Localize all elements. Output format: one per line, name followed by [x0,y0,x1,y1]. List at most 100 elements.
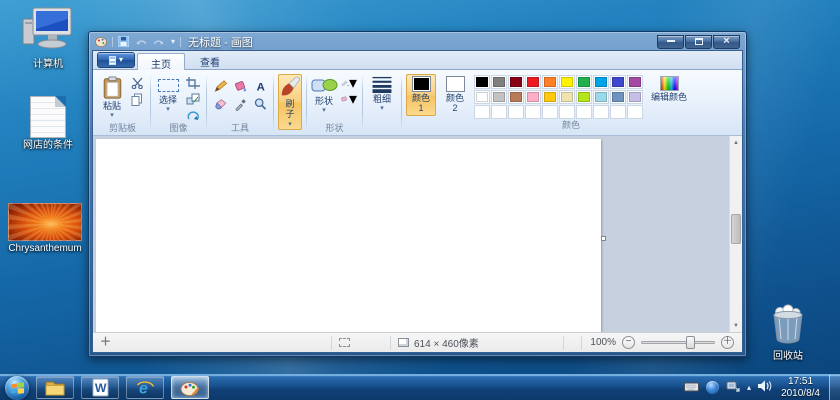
palette-color[interactable] [627,90,643,104]
palette-empty-slot[interactable] [576,105,592,119]
paint-window: ▾ 无标题 - 画图 × ▾ 主页 查看 [88,31,747,357]
crop-button[interactable] [184,76,202,90]
tab-view[interactable]: 查看 [187,52,233,69]
size-label: 粗细 [373,94,391,104]
desktop-icon-recycle-bin[interactable]: 回收站 [756,304,820,362]
zoom-slider-thumb[interactable] [686,336,695,349]
taskbar-button-explorer[interactable] [36,376,74,399]
select-button[interactable]: 选择 ▾ [155,74,181,115]
brush-button[interactable]: 刷子 ▾ [278,74,302,130]
shape-outline-button[interactable]: ▾ [340,76,358,90]
chevron-down-icon: ▾ [288,121,292,128]
palette-color[interactable] [542,90,558,104]
palette-empty-slot[interactable] [474,105,490,119]
undo-button[interactable] [134,35,148,49]
maximize-button[interactable] [685,35,712,49]
scrollbar-thumb[interactable] [731,214,741,244]
paste-button[interactable]: 粘贴 ▾ [99,74,125,121]
ribbon-group-brushes: 刷子 ▾ [274,71,306,135]
palette-empty-slot[interactable] [525,105,541,119]
palette-empty-slot[interactable] [559,105,575,119]
copy-button[interactable] [128,92,146,106]
close-button[interactable]: × [713,35,740,49]
palette-empty-slot[interactable] [542,105,558,119]
palette-empty-slot[interactable] [491,105,507,119]
palette-color[interactable] [491,90,507,104]
palette-color[interactable] [525,75,541,89]
shapes-button[interactable]: 形状 ▾ [311,74,337,116]
zoom-out-button[interactable]: − [622,336,635,349]
show-desktop-button[interactable] [829,375,840,400]
color-palette [474,74,643,119]
rotate-button[interactable] [184,108,202,122]
taskbar-button-internet-explorer[interactable]: e [126,376,164,399]
palette-empty-slot[interactable] [593,105,609,119]
ribbon-group-clipboard: 粘贴 ▾ [95,71,150,135]
taskbar-clock[interactable]: 17:51 2010/8/4 [781,376,820,400]
taskbar-button-word[interactable]: W [81,376,119,399]
palette-color[interactable] [474,75,490,89]
text-tool-button[interactable]: A [251,78,269,94]
save-button[interactable] [117,35,130,49]
minimize-button[interactable] [657,35,684,49]
tab-home[interactable]: 主页 [137,53,185,70]
palette-empty-slot[interactable] [627,105,643,119]
keyboard-input-icon[interactable] [684,379,699,397]
paste-label: 粘贴 [103,101,121,111]
resize-button[interactable] [184,92,202,106]
palette-color[interactable] [474,90,490,104]
palette-empty-slot[interactable] [610,105,626,119]
size-button[interactable]: 粗细 ▾ [367,74,397,114]
magnifier-tool-button[interactable] [251,96,269,112]
color2-button[interactable]: 颜色 2 [440,74,470,116]
pencil-tool-button[interactable] [211,78,229,94]
folder-icon [45,379,65,396]
scroll-down-icon[interactable]: ▼ [730,319,743,332]
volume-icon[interactable] [758,379,772,397]
palette-color[interactable] [610,75,626,89]
color-picker-tool-button[interactable] [231,96,249,112]
desktop-icon-chrysanthemum[interactable]: Chrysanthemum [6,203,84,254]
palette-color[interactable] [627,75,643,89]
palette-color[interactable] [576,90,592,104]
edit-colors-button[interactable]: 编辑颜色 [647,74,691,104]
recycle-bin-icon [767,304,809,349]
palette-color[interactable] [542,75,558,89]
redo-button[interactable] [152,35,166,49]
drawing-canvas[interactable] [96,139,601,332]
taskbar-button-paint[interactable] [171,376,209,399]
scroll-up-icon[interactable]: ▲ [730,136,743,149]
palette-color[interactable] [593,90,609,104]
palette-color[interactable] [610,90,626,104]
fill-tool-button[interactable] [231,78,249,94]
palette-color[interactable] [508,90,524,104]
scrollbar-track[interactable] [730,149,743,319]
palette-color[interactable] [559,75,575,89]
vertical-scrollbar[interactable]: ▲ ▼ [729,136,742,332]
eyedropper-icon [233,97,248,111]
network-icon[interactable] [726,379,740,397]
quick-access-dropdown[interactable]: ▾ [170,35,176,49]
close-icon: × [723,36,729,47]
palette-color[interactable] [559,90,575,104]
language-bar-icon[interactable] [706,381,719,394]
palette-color[interactable] [593,75,609,89]
cut-button[interactable] [128,76,146,90]
palette-color[interactable] [508,75,524,89]
desktop-icon-document[interactable]: 网店的条件 [16,96,80,151]
palette-color[interactable] [491,75,507,89]
desktop-icon-computer[interactable]: 计算机 [16,6,80,70]
zoom-slider[interactable] [641,341,715,344]
zoom-in-button[interactable]: ＋ [721,336,734,349]
palette-color[interactable] [576,75,592,89]
canvas-resize-handle[interactable] [601,236,606,241]
show-hidden-icons-button[interactable]: ▴ [747,384,751,392]
eraser-tool-button[interactable] [211,96,229,112]
taskbar: W e [0,374,840,400]
start-button[interactable] [5,376,29,400]
shape-fill-button[interactable]: ▾ [340,92,358,106]
application-menu-button[interactable]: ▾ [97,52,135,68]
palette-empty-slot[interactable] [508,105,524,119]
color1-button[interactable]: 颜色 1 [406,74,436,116]
palette-color[interactable] [525,90,541,104]
